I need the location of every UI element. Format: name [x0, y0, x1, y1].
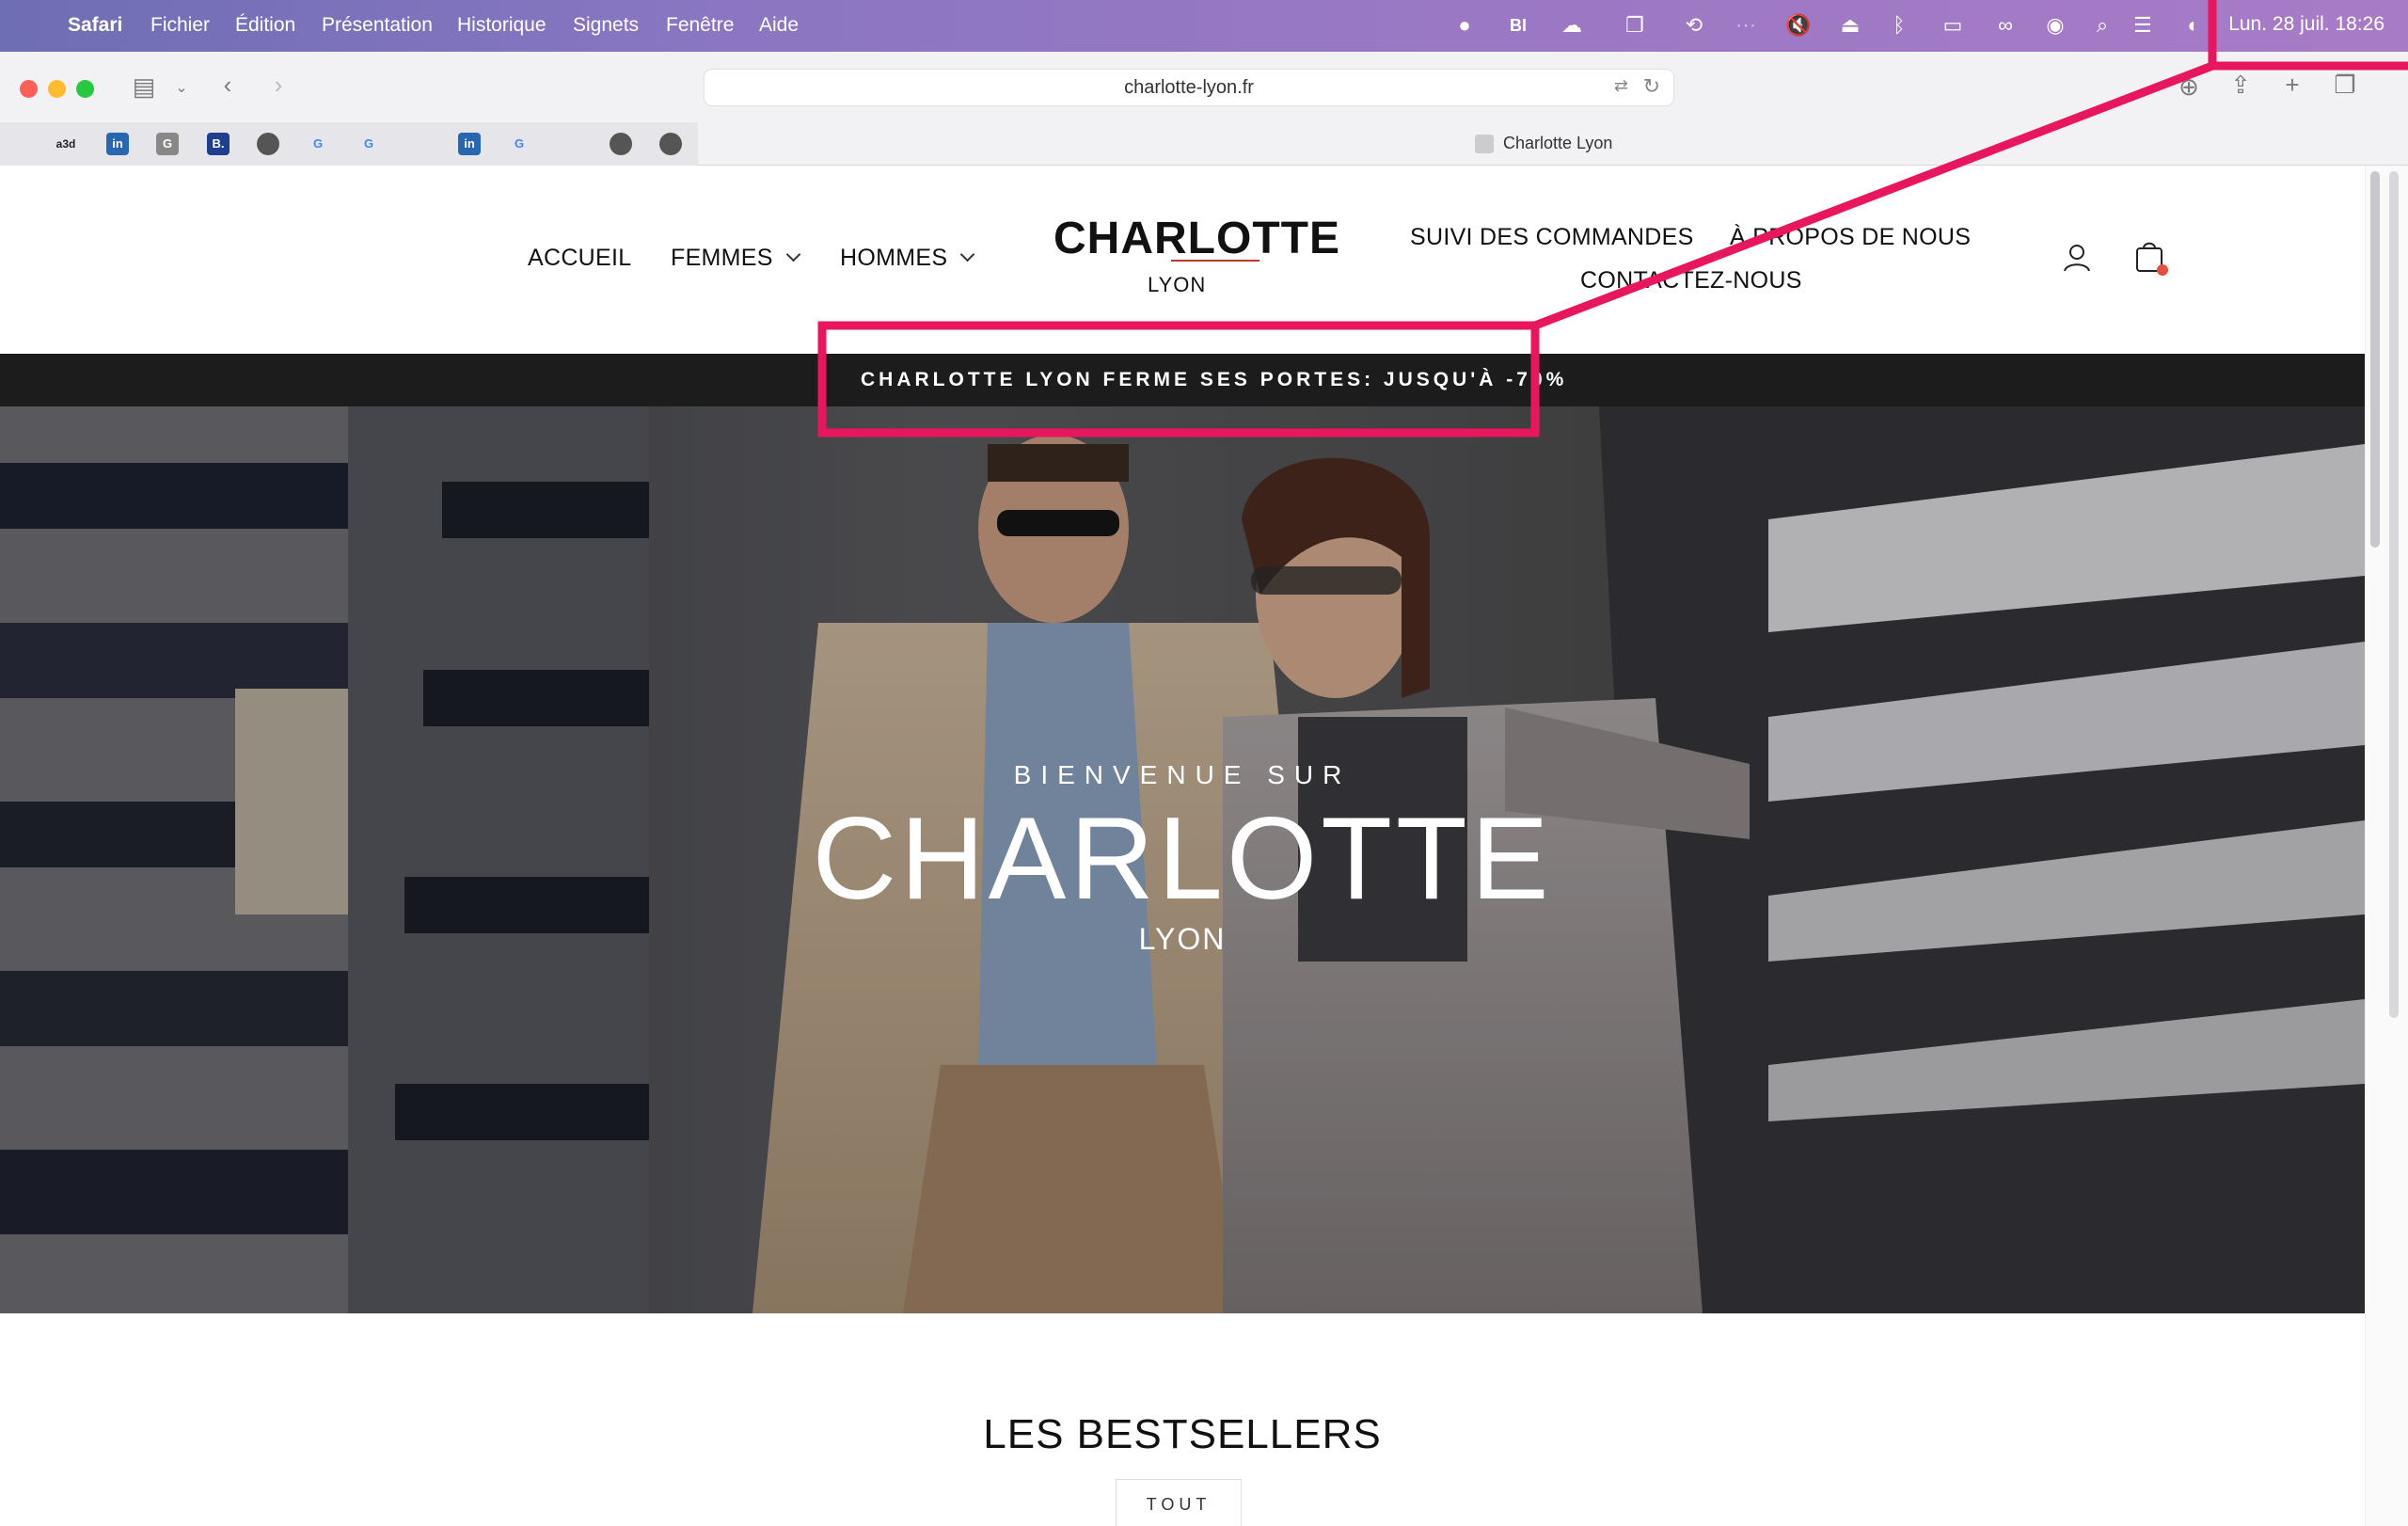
- menu-fenetre[interactable]: Fenêtre: [666, 14, 734, 37]
- reload-icon[interactable]: ↻: [1643, 74, 1660, 99]
- hero-kicker: BIENVENUE SUR: [1013, 760, 1352, 789]
- window-status-icon[interactable]: ❐: [1622, 12, 1648, 39]
- nav-hommes-label: HOMMES: [840, 245, 948, 271]
- menu-signets[interactable]: Signets: [573, 14, 639, 37]
- linkedin-icon[interactable]: in: [458, 133, 481, 155]
- cart-badge: [2157, 264, 2168, 276]
- profile-icon[interactable]: [659, 133, 682, 155]
- translate-icon[interactable]: ⇄: [1614, 76, 1628, 96]
- new-tab-icon[interactable]: +: [2278, 71, 2306, 99]
- tab-overview-icon[interactable]: ❐: [2331, 71, 2359, 99]
- hero-title: CHARLOTTE: [812, 794, 1553, 924]
- chevron-down-icon[interactable]: ⌄: [173, 74, 190, 103]
- mute-icon[interactable]: 🔇: [1785, 12, 1812, 39]
- hero-subtitle: LYON: [1138, 922, 1227, 956]
- page-scrollbar-secondary-thumb[interactable]: [2389, 171, 2399, 1018]
- bookmark-x-icon[interactable]: [6, 133, 28, 155]
- link-status-icon[interactable]: ∞: [1992, 12, 2019, 39]
- bluetooth-icon[interactable]: ᛒ: [1886, 12, 1912, 39]
- booking-icon[interactable]: B.: [207, 133, 230, 155]
- google-icon[interactable]: G: [508, 133, 531, 155]
- menu-historique[interactable]: Historique: [457, 14, 547, 37]
- macos-menu-bar: Safari Fichier Édition Présentation Hist…: [0, 0, 2408, 52]
- address-bar-url: charlotte-lyon.fr: [1124, 77, 1254, 98]
- safari-toolbar: ▤ ⌄ ‹ › charlotte-lyon.fr ⇄ ↻ ⊕ ⇪ + ❐: [0, 52, 2408, 122]
- bookmark-dash-icon[interactable]: [559, 133, 581, 155]
- page-scrollbar-thumb[interactable]: [2370, 171, 2380, 548]
- logo-accent-line: [1171, 260, 1259, 262]
- announcement-text: CHARLOTTE LYON FERME SES PORTES: JUSQU'À…: [861, 369, 1568, 390]
- close-window-button[interactable]: [20, 80, 38, 98]
- favorites-bar: a3d in G B. G G in G: [0, 122, 698, 166]
- cloud-status-icon[interactable]: ☁: [1559, 12, 1585, 39]
- control-center-icon[interactable]: ☰: [2130, 12, 2156, 39]
- address-bar[interactable]: charlotte-lyon.fr ⇄ ↻: [704, 69, 1674, 106]
- nav-suivi-commandes[interactable]: SUIVI DES COMMANDES: [1410, 224, 1694, 251]
- siri-icon[interactable]: ◐: [2180, 12, 2207, 39]
- linkedin-icon[interactable]: in: [106, 133, 129, 155]
- tab-title: Charlotte Lyon: [1503, 134, 1613, 152]
- nav-accueil[interactable]: ACCUEIL: [528, 245, 631, 272]
- user-status-icon[interactable]: ◉: [2042, 12, 2068, 39]
- battery-icon[interactable]: ▭: [1936, 12, 1970, 39]
- bookmarks-bar: a3d in G B. G G in G Charlotte Lyon: [0, 122, 2408, 166]
- nav-hommes[interactable]: HOMMES: [840, 245, 975, 272]
- site-favicon-icon: [1475, 135, 1494, 154]
- cart-icon[interactable]: [2133, 239, 2171, 277]
- announcement-bar[interactable]: CHARLOTTE LYON FERME SES PORTES: JUSQU'À…: [0, 354, 2365, 406]
- google-icon[interactable]: G: [307, 133, 329, 155]
- nav-femmes-label: FEMMES: [671, 245, 773, 271]
- site-logo-subtitle: LYON: [1148, 273, 1207, 296]
- activity-icon[interactable]: ⋯: [1733, 12, 1759, 39]
- nav-contact[interactable]: CONTACTEZ-NOUS: [1580, 267, 1802, 294]
- chevron-down-icon: [960, 246, 975, 262]
- site-header: ACCUEIL FEMMES HOMMES CHARLOTTE LYON SUI…: [0, 166, 2365, 354]
- spotlight-search-icon[interactable]: ⌕: [2089, 12, 2115, 39]
- time-machine-icon[interactable]: ⟲: [1681, 12, 1707, 39]
- section-title: LES BESTSELLERS: [983, 1411, 1382, 1457]
- back-icon[interactable]: ‹: [216, 71, 239, 99]
- zoom-window-button[interactable]: [76, 80, 94, 98]
- bookmark-x-icon[interactable]: [407, 133, 430, 155]
- menu-edition[interactable]: Édition: [235, 14, 295, 37]
- site-logo[interactable]: CHARLOTTE: [1054, 213, 1340, 264]
- filter-all-button[interactable]: TOUT: [1116, 1479, 1242, 1526]
- forward-icon[interactable]: ›: [267, 71, 290, 99]
- hero-banner[interactable]: BIENVENUE SUR CHARLOTTE LYON: [0, 406, 2365, 1313]
- minimize-window-button[interactable]: [48, 80, 66, 98]
- menu-app-safari[interactable]: Safari: [68, 14, 122, 37]
- bi-status-icon[interactable]: BI: [1505, 12, 1531, 39]
- share-icon[interactable]: ⇪: [2226, 71, 2255, 99]
- nav-femmes[interactable]: FEMMES: [671, 245, 801, 272]
- menu-presentation[interactable]: Présentation: [322, 14, 433, 37]
- nav-a-propos[interactable]: À PROPOS DE NOUS: [1730, 224, 1971, 251]
- menu-aide[interactable]: Aide: [759, 14, 799, 37]
- downloads-icon[interactable]: ⊕: [2175, 72, 2203, 101]
- profile-icon[interactable]: [257, 133, 279, 155]
- menubar-clock[interactable]: Lun. 28 juil. 18:26: [2228, 13, 2384, 36]
- menu-fichier[interactable]: Fichier: [150, 14, 210, 37]
- profile-icon[interactable]: [610, 133, 632, 155]
- chevron-down-icon: [785, 246, 801, 262]
- bookmark-a3d-icon[interactable]: a3d: [55, 133, 77, 155]
- active-tab[interactable]: Charlotte Lyon: [1475, 134, 1613, 154]
- eject-icon[interactable]: ⏏: [1837, 12, 1863, 39]
- bookmark-g-icon[interactable]: G: [156, 133, 179, 155]
- status-app-icon[interactable]: ●: [1451, 12, 1478, 39]
- account-icon[interactable]: [2062, 243, 2092, 273]
- google-icon[interactable]: G: [357, 133, 380, 155]
- sidebar-toggle-icon[interactable]: ▤: [128, 72, 160, 101]
